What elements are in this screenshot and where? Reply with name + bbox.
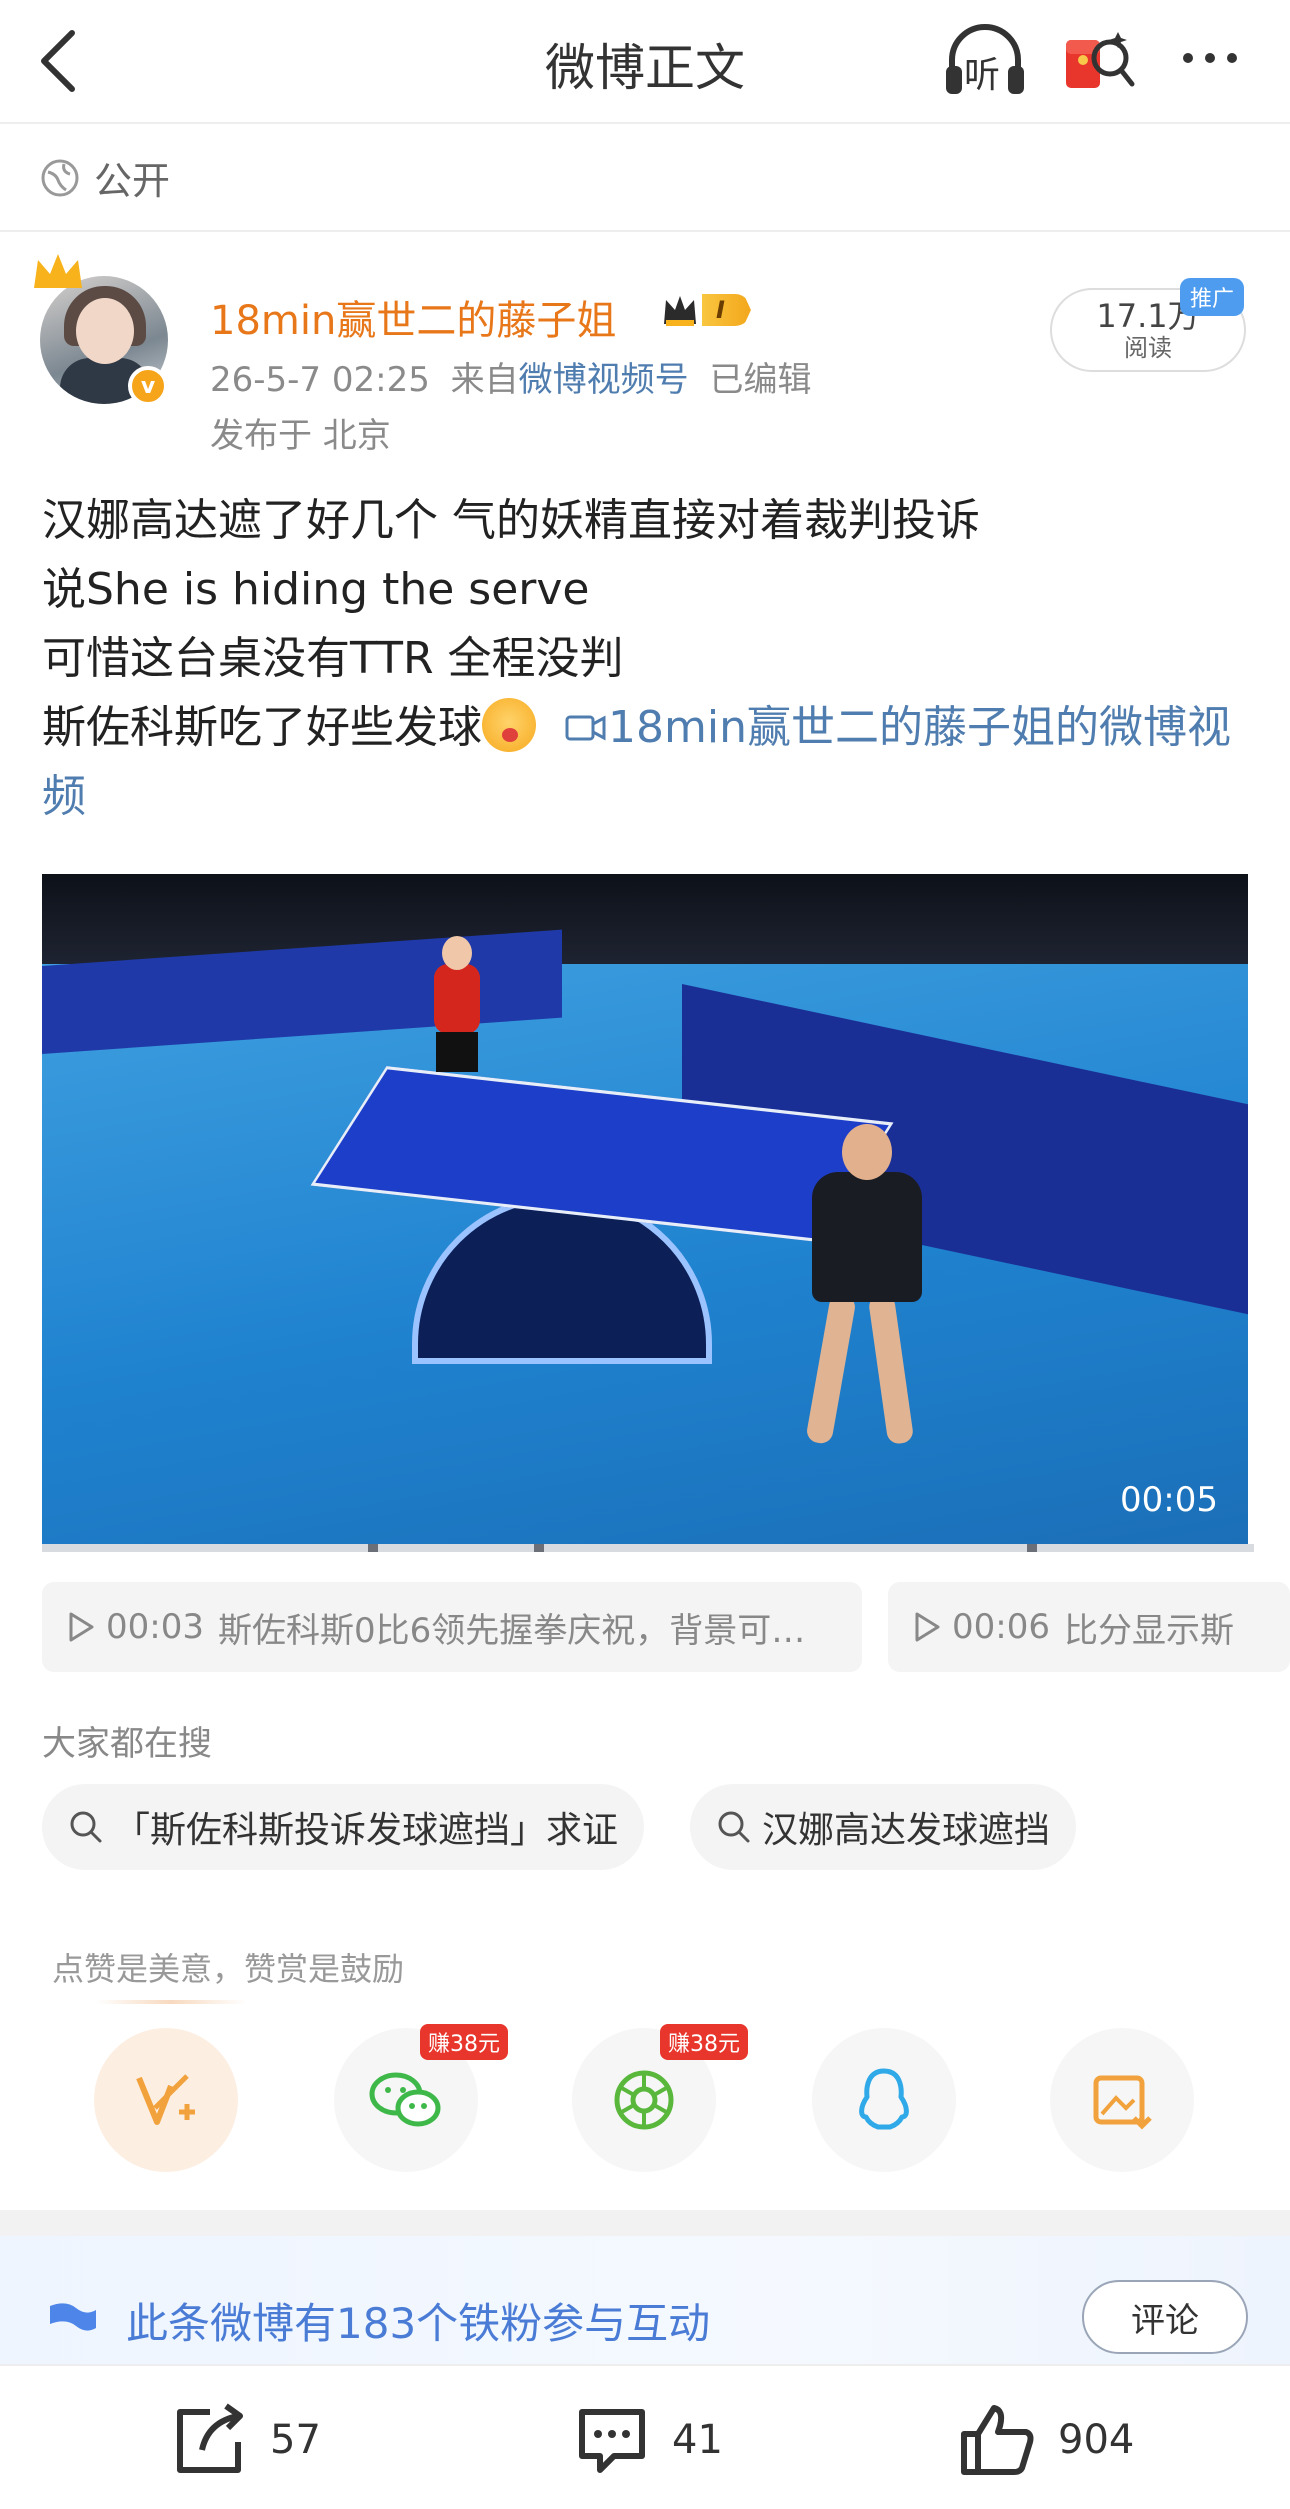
visibility-row: 公开 [40,150,170,205]
play-icon [69,1612,94,1642]
author-name[interactable]: 18min赢世二的藤子姐 [210,288,616,346]
thumbs-up-icon [961,2405,1034,2475]
search-suggestion[interactable]: 「斯佐科斯投诉发球遮挡」求证 [42,1784,645,1870]
read-label: 阅读 [1124,334,1172,362]
moments-icon [614,2070,674,2130]
fan-flag-icon [46,2300,100,2334]
video-player[interactable]: 00:05 [42,874,1248,1544]
fans-text: 此条微博有183个铁粉参与互动 [126,2299,711,2348]
verified-badge: v [128,366,168,406]
wechat-icon [369,2072,441,2127]
more-options-icon[interactable] [1170,28,1250,88]
share-qq-button[interactable] [812,2028,956,2172]
post-line: 可惜这台桌没有TTR 全程没判 [42,633,624,684]
like-hint: 点赞是美意，赞赏是鼓励 [52,1950,405,1988]
chapter-time: 00:03 [106,1607,204,1647]
section-gap [0,2210,1290,2236]
post-time: 26-5-7 02:25 [210,360,430,400]
post-line: 斯佐科斯吃了好些发球 [42,702,482,753]
trending-search-title: 大家都在搜 [42,1724,212,1764]
post-line: 汉娜高达遮了好几个 气的妖精直接对着裁判投诉 [42,495,980,546]
chapter-item[interactable]: 00:03 斯佐科斯0比6领先握拳庆祝，背景可… [42,1582,862,1672]
search-suggestion[interactable]: 汉娜高达发球遮挡 [690,1784,1077,1870]
chapter-item[interactable]: 00:06 比分显示斯 [888,1582,1290,1672]
player-near [782,1124,932,1464]
post-meta: 26-5-7 02:25 来自微博视频号 已编辑 [210,352,811,401]
crown-icon [30,250,86,294]
comment-action-button[interactable]: 41 [572,2402,723,2478]
post-location: 发布于 北京 [210,416,391,456]
promo-badge: 推广 [1180,278,1245,316]
like-count: 904 [1058,2417,1135,2463]
qq-icon [859,2068,909,2130]
chapter-time: 00:06 [952,1607,1050,1647]
repost-button[interactable]: 57 [170,2402,321,2478]
play-icon [915,1612,940,1642]
vip-crown-icon [664,296,696,326]
search-icon [70,1811,102,1843]
progress-segment [42,1544,368,1552]
comment-count: 41 [672,2417,723,2463]
search-icon [718,1811,750,1843]
globe-icon [41,159,79,196]
post-line: 说She is hiding the serve [42,564,590,615]
tongue-emoji-icon [482,698,536,752]
comment-button[interactable]: 评论 [1082,2280,1248,2354]
like-button[interactable]: 904 [958,2402,1134,2478]
source-link[interactable]: 微博视频号 [519,360,689,400]
earn-badge: 赚38元 [420,2024,508,2060]
vip-badge[interactable]: I [660,290,751,330]
listen-headphones-icon[interactable]: 听 [940,20,1030,100]
red-packet-search-icon[interactable] [1060,22,1140,102]
edited-label[interactable]: 已编辑 [709,360,811,400]
progress-segment [544,1544,1027,1552]
repost-icon [177,2403,243,2473]
video-duration: 00:05 [1120,1480,1218,1520]
chapter-text: 比分显示斯 [1063,1610,1234,1651]
progress-segment [377,1544,535,1552]
player-far [422,936,492,1096]
vip-level: I [702,294,751,326]
video-progress-bar[interactable] [42,1544,1254,1552]
listen-label: 听 [964,55,1001,96]
hint-underline [96,2000,246,2004]
save-image-icon [1093,2075,1152,2130]
reward-icon [136,2074,195,2125]
save-image-button[interactable] [1050,2028,1194,2172]
search-suggestion-text: 汉娜高达发球遮挡 [762,1810,1051,1851]
search-suggestion-text: 「斯佐科斯投诉发球遮挡」求证 [114,1810,619,1851]
visibility-label: 公开 [94,159,171,203]
earn-badge: 赚38元 [660,2024,748,2060]
post-body: 汉娜高达遮了好几个 气的妖精直接对着裁判投诉 说She is hiding th… [42,486,1252,831]
divider [0,230,1290,232]
chapter-text: 斯佐科斯0比6领先握拳庆祝，背景可… [217,1610,806,1651]
progress-segment [1036,1544,1254,1552]
video-camera-icon [565,715,606,741]
reward-button[interactable] [94,2028,238,2172]
repost-count: 57 [270,2417,321,2463]
source-prefix: 来自 [450,360,519,400]
comment-icon [579,2409,645,2473]
